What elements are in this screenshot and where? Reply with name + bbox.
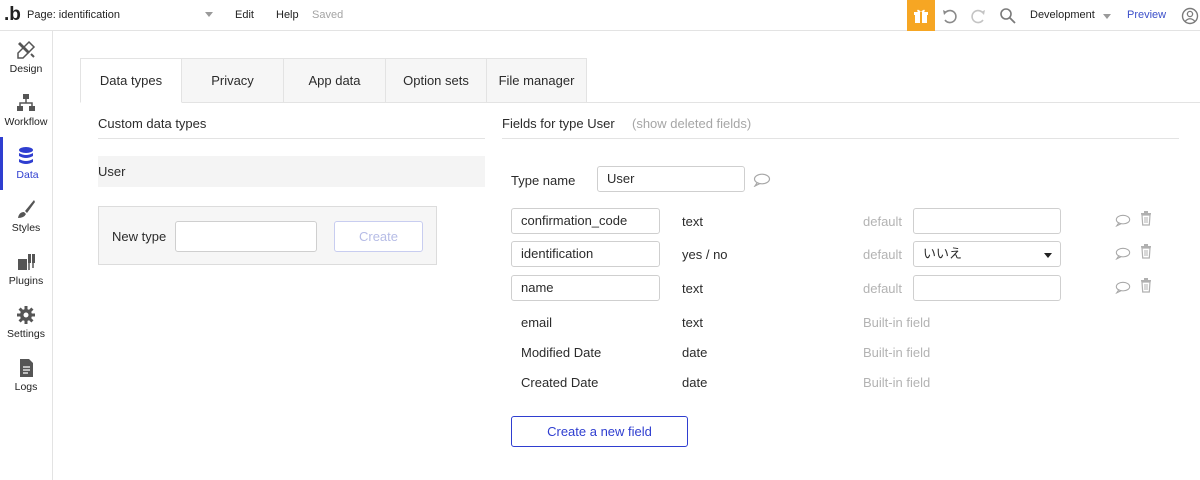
field-type[interactable]: yes / no	[682, 247, 728, 262]
environment-selector[interactable]: Development	[1030, 9, 1095, 21]
fields-title: Fields for type User	[502, 116, 615, 131]
field-name: email	[521, 315, 553, 330]
trash-icon[interactable]	[1140, 244, 1152, 259]
preview-link[interactable]: Preview	[1127, 9, 1166, 21]
search-icon[interactable]	[998, 6, 1018, 26]
type-name-label: Type name	[511, 173, 576, 188]
builtin-field-row: email text Built-in field	[0, 309, 1200, 337]
comment-icon[interactable]	[1115, 247, 1131, 260]
save-status: Saved	[312, 9, 344, 21]
field-type: date	[682, 375, 708, 390]
sidebar-item-label: Workflow	[4, 116, 48, 128]
builtin-note: Built-in field	[863, 345, 931, 360]
database-icon	[19, 147, 33, 164]
divider	[98, 138, 485, 139]
field-name-input[interactable]: identification	[511, 241, 660, 267]
default-value-input[interactable]	[913, 275, 1061, 301]
builtin-note: Built-in field	[863, 315, 931, 330]
help-menu[interactable]: Help	[276, 9, 299, 21]
field-row: confirmation_code text default	[0, 208, 1200, 236]
sidebar-item-data[interactable]: Data	[0, 137, 52, 190]
undo-icon[interactable]	[940, 6, 960, 26]
design-icon	[17, 40, 36, 59]
trash-icon[interactable]	[1140, 211, 1152, 226]
chevron-down-icon[interactable]	[1103, 14, 1111, 19]
field-name-input[interactable]: confirmation_code	[511, 208, 660, 234]
default-value-dropdown[interactable]: いいえ	[913, 241, 1061, 267]
field-row: name text default	[0, 275, 1200, 303]
default-value-input[interactable]	[913, 208, 1061, 234]
data-type-item-user[interactable]: User	[98, 156, 485, 187]
show-deleted-fields-link[interactable]: (show deleted fields)	[632, 116, 751, 131]
redo-icon[interactable]	[968, 6, 988, 26]
chevron-down-icon[interactable]	[205, 12, 213, 17]
sidebar-item-workflow[interactable]: Workflow	[0, 84, 52, 137]
field-name-input[interactable]: name	[511, 275, 660, 301]
sidebar-item-label: Design	[9, 63, 43, 75]
field-name: Modified Date	[521, 345, 602, 360]
trash-icon[interactable]	[1140, 278, 1152, 293]
chevron-down-icon	[1044, 253, 1052, 258]
field-row: identification yes / no default いいえ	[0, 241, 1200, 269]
data-type-label: User	[98, 164, 126, 179]
tab-option-sets[interactable]: Option sets	[386, 58, 487, 103]
tab-privacy[interactable]: Privacy	[182, 58, 284, 103]
field-type: date	[682, 345, 708, 360]
default-label: default	[863, 281, 903, 296]
tab-data-types[interactable]: Data types	[80, 58, 182, 103]
sidebar-item-design[interactable]: Design	[0, 31, 52, 84]
custom-types-title: Custom data types	[98, 116, 207, 131]
top-bar: .b Page: identification Edit Help Saved …	[0, 0, 1200, 31]
builtin-field-row: Modified Date date Built-in field	[0, 339, 1200, 367]
builtin-note: Built-in field	[863, 375, 931, 390]
field-type[interactable]: text	[682, 281, 703, 296]
default-label: default	[863, 214, 903, 229]
data-tabs: Data types Privacy App data Option sets …	[80, 58, 587, 103]
field-type[interactable]: text	[682, 214, 703, 229]
field-name: Created Date	[521, 375, 599, 390]
divider	[502, 138, 1179, 139]
create-new-field-button[interactable]: Create a new field	[511, 416, 688, 447]
builtin-field-row: Created Date date Built-in field	[0, 369, 1200, 397]
tab-file-manager[interactable]: File manager	[487, 58, 587, 103]
default-label: default	[863, 247, 903, 262]
sidebar-item-label: Data	[16, 169, 39, 181]
tab-app-data[interactable]: App data	[284, 58, 386, 103]
workflow-icon	[17, 94, 35, 111]
comment-icon[interactable]	[1115, 214, 1131, 227]
tabs-divider	[587, 102, 1200, 103]
page-selector[interactable]: Page: identification	[27, 9, 120, 21]
gift-icon[interactable]	[907, 0, 935, 31]
field-type: text	[682, 315, 703, 330]
bubble-logo[interactable]: .b	[4, 5, 21, 25]
default-value: いいえ	[923, 246, 963, 261]
comment-icon[interactable]	[753, 173, 771, 187]
type-name-input[interactable]: User	[597, 166, 745, 192]
user-icon[interactable]	[1180, 6, 1200, 26]
edit-menu[interactable]: Edit	[235, 9, 254, 21]
comment-icon[interactable]	[1115, 281, 1131, 294]
